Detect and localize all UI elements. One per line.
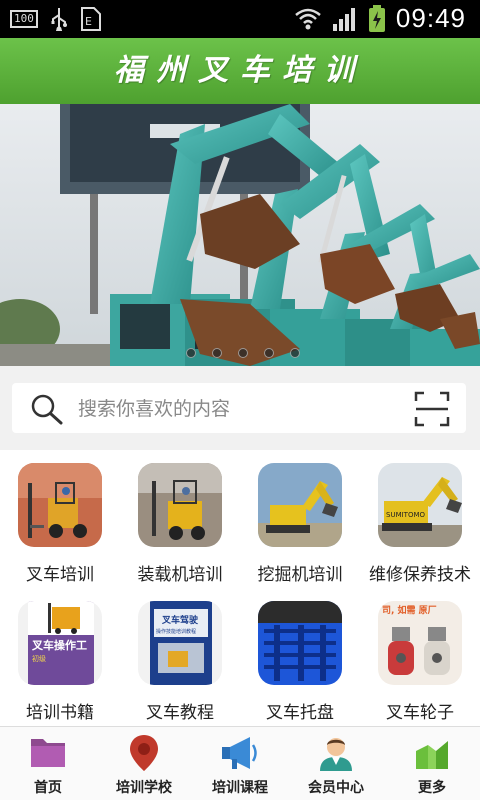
location-pin-icon: [130, 735, 158, 771]
category-label: 培训书籍: [26, 703, 94, 723]
category-maintenance-tech[interactable]: SUMITOMO 维修保养技术: [360, 450, 480, 588]
nav-item-home[interactable]: 首页: [0, 727, 96, 800]
carousel-dot[interactable]: [290, 348, 300, 358]
search-icon: [31, 394, 63, 425]
banner-excavators-image: [0, 104, 480, 366]
carousel-indicators: [186, 348, 300, 358]
nav-item-more[interactable]: 更多: [384, 727, 480, 800]
category-label: 叉车培训: [26, 565, 94, 585]
battery-charging-icon: [368, 4, 385, 32]
category-label: 挖掘机培训: [257, 565, 343, 585]
wheels-thumbnail: 司, 如需 原厂: [378, 601, 462, 685]
scan-qr-icon[interactable]: [414, 391, 450, 427]
training-book-thumbnail: 叉车操作工 初级: [18, 601, 102, 685]
category-label: 叉车轮子: [386, 703, 454, 723]
clock: 09:49: [395, 3, 466, 33]
maintenance-thumbnail: SUMITOMO: [378, 463, 462, 547]
nav-item-training-school[interactable]: 培训学校: [96, 727, 192, 800]
carousel-dot[interactable]: [186, 348, 196, 358]
folder-icon: [31, 739, 65, 767]
nav-label: 培训学校: [116, 780, 172, 796]
more-chart-icon: [416, 741, 448, 769]
category-grid: 叉车培训 装载机培训 挖掘机培训 SUMITOMO 维修保养技术 叉车操作工 初…: [0, 450, 480, 726]
forklift-tutorial-book-thumbnail: 叉车驾驶 操作技能培训教程: [138, 601, 222, 685]
category-forklift-tutorial[interactable]: 叉车驾驶 操作技能培训教程 叉车教程: [120, 588, 240, 726]
bottom-navigation: 首页 培训学校 培训课程 会员中心 更多: [0, 726, 480, 800]
category-label: 叉车托盘: [266, 703, 334, 723]
pallet-thumbnail: [258, 601, 342, 685]
book-title-text: 叉车驾驶: [161, 614, 199, 626]
excavator-training-thumbnail: [258, 463, 342, 547]
megaphone-icon: [222, 737, 257, 769]
loader-training-thumbnail: [138, 463, 222, 547]
category-training-books[interactable]: 叉车操作工 初级 培训书籍: [0, 588, 120, 726]
category-label: 叉车教程: [146, 703, 214, 723]
status-bar: 100 E 09:49: [0, 0, 480, 38]
nav-label: 更多: [418, 780, 446, 796]
carousel-dot[interactable]: [212, 348, 222, 358]
book-level-text: 初级: [32, 654, 46, 663]
nav-label: 首页: [34, 780, 62, 796]
document-notification-icon: E: [80, 7, 101, 31]
svg-text:SUMITOMO: SUMITOMO: [386, 511, 425, 519]
carousel-dot[interactable]: [264, 348, 274, 358]
nav-item-training-courses[interactable]: 培训课程: [192, 727, 288, 800]
category-excavator-training[interactable]: 挖掘机培训: [240, 450, 360, 588]
search-bar-container: [0, 366, 480, 450]
user-icon: [320, 738, 352, 771]
search-input[interactable]: [78, 395, 378, 423]
book-title-text: 叉车操作工: [31, 638, 87, 652]
category-label: 装载机培训: [137, 565, 223, 585]
category-label: 维修保养技术: [369, 565, 471, 585]
nav-label: 会员中心: [308, 780, 364, 796]
nav-item-member-center[interactable]: 会员中心: [288, 727, 384, 800]
page-title: 福州叉车培训: [114, 53, 366, 88]
category-loader-training[interactable]: 装载机培训: [120, 450, 240, 588]
svg-text:E: E: [85, 15, 92, 28]
signal-strength-icon: [332, 7, 355, 31]
carousel-dot[interactable]: [238, 348, 248, 358]
title-bar: 福州叉车培训: [0, 38, 480, 104]
category-forklift-wheels[interactable]: 司, 如需 原厂 叉车轮子: [360, 588, 480, 726]
forklift-training-thumbnail: [18, 463, 102, 547]
category-forklift-training[interactable]: 叉车培训: [0, 450, 120, 588]
nav-label: 培训课程: [212, 780, 268, 796]
banner-carousel[interactable]: [0, 104, 480, 366]
search-box[interactable]: [12, 383, 466, 433]
ad-text: 司, 如需 原厂: [382, 604, 437, 616]
book-subtitle-text: 操作技能培训教程: [156, 628, 196, 635]
category-forklift-pallet[interactable]: 叉车托盘: [240, 588, 360, 726]
battery-full-notification-icon: 100: [10, 10, 38, 28]
usb-icon: [51, 8, 67, 31]
wifi-icon: [295, 8, 321, 29]
